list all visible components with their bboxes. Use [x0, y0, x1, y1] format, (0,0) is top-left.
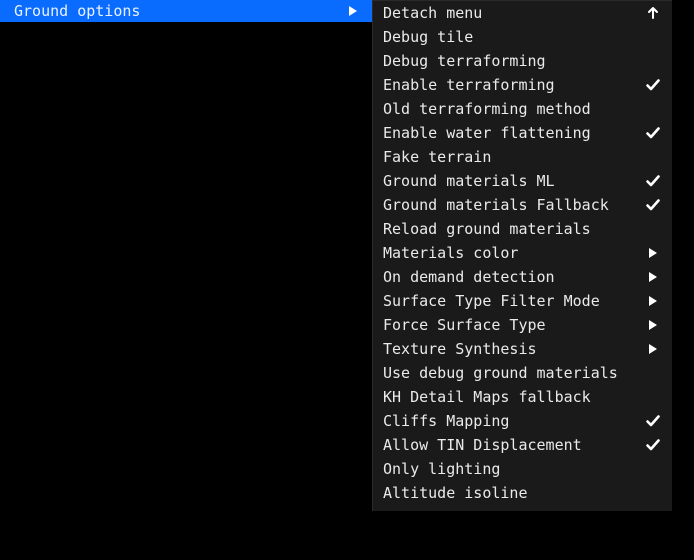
submenu-item[interactable]: Ground materials ML: [373, 169, 672, 193]
submenu-item-label: Materials color: [383, 243, 518, 263]
submenu-item-label: Ground materials ML: [383, 171, 555, 191]
no-icon: [644, 28, 662, 46]
submenu: Detach menu Debug tile Debug terraforming E…: [372, 0, 672, 511]
submenu-item[interactable]: Materials color: [373, 241, 672, 265]
check-icon: [644, 196, 662, 214]
submenu-icon: [644, 316, 662, 334]
submenu-item[interactable]: Reload ground materials: [373, 217, 672, 241]
menu-item-label: Ground options: [14, 2, 140, 20]
submenu-item-label: Ground materials Fallback: [383, 195, 609, 215]
submenu-item-label: Force Surface Type: [383, 315, 546, 335]
submenu-item-label: Enable water flattening: [383, 123, 591, 143]
submenu-item-label: On demand detection: [383, 267, 555, 287]
submenu-item-label: Old terraforming method: [383, 99, 591, 119]
submenu-item[interactable]: Ground materials Fallback: [373, 193, 672, 217]
submenu-item-label: Debug terraforming: [383, 51, 546, 71]
submenu-item[interactable]: Allow TIN Displacement: [373, 433, 672, 457]
submenu-item[interactable]: KH Detail Maps fallback: [373, 385, 672, 409]
submenu-item[interactable]: Altitude isoline: [373, 481, 672, 505]
submenu-icon: [644, 292, 662, 310]
check-icon: [644, 436, 662, 454]
submenu-item-label: KH Detail Maps fallback: [383, 387, 591, 407]
submenu-item-label: Reload ground materials: [383, 219, 591, 239]
submenu-item[interactable]: Use debug ground materials: [373, 361, 672, 385]
submenu-item-label: Surface Type Filter Mode: [383, 291, 600, 311]
submenu-item-label: Allow TIN Displacement: [383, 435, 582, 455]
submenu-item[interactable]: On demand detection: [373, 265, 672, 289]
submenu-item-label: Use debug ground materials: [383, 363, 618, 383]
submenu-item[interactable]: Debug tile: [373, 25, 672, 49]
submenu-item-label: Cliffs Mapping: [383, 411, 509, 431]
submenu-item[interactable]: Old terraforming method: [373, 97, 672, 121]
no-icon: [644, 220, 662, 238]
submenu-item[interactable]: Enable terraforming: [373, 73, 672, 97]
submenu-item[interactable]: Debug terraforming: [373, 49, 672, 73]
check-icon: [644, 124, 662, 142]
main-menu: Ground options: [0, 0, 372, 22]
submenu-item[interactable]: Cliffs Mapping: [373, 409, 672, 433]
no-icon: [644, 364, 662, 382]
no-icon: [644, 388, 662, 406]
submenu-icon: [644, 340, 662, 358]
submenu-item[interactable]: Fake terrain: [373, 145, 672, 169]
submenu-icon: [344, 2, 362, 20]
submenu-item-label: Enable terraforming: [383, 75, 555, 95]
check-icon: [644, 412, 662, 430]
no-icon: [644, 460, 662, 478]
submenu-item[interactable]: Force Surface Type: [373, 313, 672, 337]
submenu-icon: [644, 244, 662, 262]
submenu-item-label: Fake terrain: [383, 147, 491, 167]
submenu-item[interactable]: Only lighting: [373, 457, 672, 481]
submenu-item[interactable]: Enable water flattening: [373, 121, 672, 145]
submenu-item[interactable]: Surface Type Filter Mode: [373, 289, 672, 313]
submenu-icon: [644, 268, 662, 286]
menu-item-ground-options[interactable]: Ground options: [0, 0, 372, 22]
detach-icon: [644, 4, 662, 22]
submenu-item-label: Texture Synthesis: [383, 339, 537, 359]
check-icon: [644, 76, 662, 94]
no-icon: [644, 148, 662, 166]
submenu-item[interactable]: Texture Synthesis: [373, 337, 672, 361]
submenu-item-label: Detach menu: [383, 3, 482, 23]
no-icon: [644, 484, 662, 502]
submenu-item-label: Only lighting: [383, 459, 500, 479]
submenu-item-label: Altitude isoline: [383, 483, 528, 503]
submenu-item-label: Debug tile: [383, 27, 473, 47]
check-icon: [644, 172, 662, 190]
no-icon: [644, 52, 662, 70]
submenu-item[interactable]: Detach menu: [373, 1, 672, 25]
no-icon: [644, 100, 662, 118]
